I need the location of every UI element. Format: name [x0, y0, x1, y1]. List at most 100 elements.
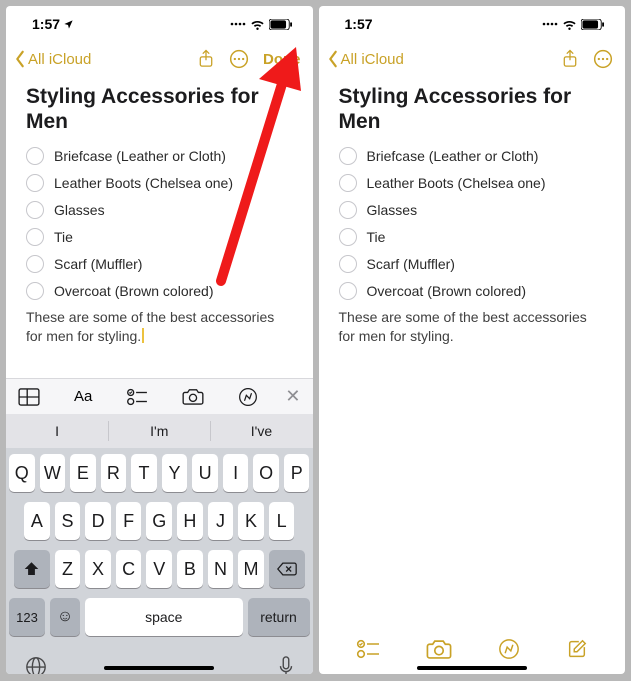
key-b[interactable]: B: [177, 550, 203, 588]
cellular-icon: [542, 19, 558, 29]
key-l[interactable]: L: [269, 502, 295, 540]
key-m[interactable]: M: [238, 550, 264, 588]
checkbox-icon[interactable]: [339, 201, 357, 219]
key-return[interactable]: return: [248, 598, 310, 636]
checkbox-icon[interactable]: [26, 201, 44, 219]
key-h[interactable]: H: [177, 502, 203, 540]
list-item[interactable]: Overcoat (Brown colored): [26, 277, 293, 304]
key-u[interactable]: U: [192, 454, 218, 492]
list-item-label: Overcoat (Brown colored): [54, 283, 214, 299]
list-item[interactable]: Briefcase (Leather or Cloth): [339, 142, 606, 169]
list-item-label: Leather Boots (Chelsea one): [367, 175, 546, 191]
key-r[interactable]: R: [101, 454, 127, 492]
list-item-label: Scarf (Muffler): [367, 256, 455, 272]
location-icon: [63, 19, 74, 30]
key-delete[interactable]: [269, 550, 305, 588]
back-button[interactable]: All iCloud: [327, 50, 404, 68]
key-x[interactable]: X: [85, 550, 111, 588]
key-s[interactable]: S: [55, 502, 81, 540]
note-body[interactable]: Styling Accessories for Men Briefcase (L…: [6, 76, 313, 346]
key-w[interactable]: W: [40, 454, 66, 492]
table-icon[interactable]: [18, 388, 40, 406]
key-f[interactable]: F: [116, 502, 142, 540]
note-title[interactable]: Styling Accessories for Men: [26, 84, 293, 134]
list-item-label: Scarf (Muffler): [54, 256, 142, 272]
checkbox-icon[interactable]: [26, 228, 44, 246]
home-indicator[interactable]: [104, 666, 214, 670]
mic-icon[interactable]: [278, 656, 294, 674]
camera-icon[interactable]: [426, 639, 452, 659]
key-shift[interactable]: [14, 550, 50, 588]
back-button[interactable]: All iCloud: [14, 50, 91, 68]
note-title[interactable]: Styling Accessories for Men: [339, 84, 606, 134]
key-v[interactable]: V: [146, 550, 172, 588]
checklist-toggle-icon[interactable]: [356, 639, 380, 659]
key-space[interactable]: space: [85, 598, 243, 636]
list-item[interactable]: Scarf (Muffler): [339, 250, 606, 277]
list-item[interactable]: Overcoat (Brown colored): [339, 277, 606, 304]
key-z[interactable]: Z: [55, 550, 81, 588]
list-item-label: Glasses: [367, 202, 418, 218]
key-emoji[interactable]: ☺: [50, 598, 80, 636]
list-item[interactable]: Leather Boots (Chelsea one): [26, 169, 293, 196]
key-d[interactable]: D: [85, 502, 111, 540]
key-o[interactable]: O: [253, 454, 279, 492]
checkbox-icon[interactable]: [339, 255, 357, 273]
checkbox-icon[interactable]: [339, 228, 357, 246]
key-123[interactable]: 123: [9, 598, 45, 636]
key-j[interactable]: J: [208, 502, 234, 540]
share-icon[interactable]: [197, 49, 215, 69]
key-a[interactable]: A: [24, 502, 50, 540]
done-button[interactable]: Done: [263, 51, 301, 68]
key-e[interactable]: E: [70, 454, 96, 492]
battery-icon: [581, 19, 605, 30]
status-bar: 1:57: [319, 6, 626, 42]
checkbox-icon[interactable]: [339, 147, 357, 165]
checkbox-icon[interactable]: [26, 147, 44, 165]
list-item[interactable]: Glasses: [339, 196, 606, 223]
home-indicator[interactable]: [417, 666, 527, 670]
prediction-0[interactable]: I: [6, 414, 108, 448]
key-p[interactable]: P: [284, 454, 310, 492]
list-item[interactable]: Tie: [26, 223, 293, 250]
list-item[interactable]: Briefcase (Leather or Cloth): [26, 142, 293, 169]
checkbox-icon[interactable]: [339, 174, 357, 192]
checklist-toggle-icon[interactable]: [126, 388, 148, 406]
key-c[interactable]: C: [116, 550, 142, 588]
text-format-icon[interactable]: Aa: [74, 388, 92, 405]
share-icon[interactable]: [561, 49, 579, 69]
checklist: Briefcase (Leather or Cloth) Leather Boo…: [339, 142, 606, 304]
checkbox-icon[interactable]: [26, 255, 44, 273]
key-t[interactable]: T: [131, 454, 157, 492]
status-time: 1:57: [32, 16, 60, 32]
list-item-label: Tie: [367, 229, 386, 245]
list-item[interactable]: Tie: [339, 223, 606, 250]
checkbox-icon[interactable]: [26, 282, 44, 300]
compose-icon[interactable]: [566, 638, 588, 660]
list-item[interactable]: Glasses: [26, 196, 293, 223]
key-y[interactable]: Y: [162, 454, 188, 492]
checkbox-icon[interactable]: [339, 282, 357, 300]
key-n[interactable]: N: [208, 550, 234, 588]
markup-icon[interactable]: [498, 638, 520, 660]
checkbox-icon[interactable]: [26, 174, 44, 192]
key-g[interactable]: G: [146, 502, 172, 540]
list-item[interactable]: Scarf (Muffler): [26, 250, 293, 277]
globe-icon[interactable]: [25, 656, 47, 674]
key-q[interactable]: Q: [9, 454, 35, 492]
bottom-toolbar: [319, 638, 626, 660]
markup-icon[interactable]: [238, 387, 258, 407]
prediction-2[interactable]: I've: [210, 414, 312, 448]
prediction-1[interactable]: I'm: [108, 414, 210, 448]
more-icon[interactable]: [593, 49, 613, 69]
more-icon[interactable]: [229, 49, 249, 69]
close-icon[interactable]: ✕: [285, 386, 300, 407]
key-k[interactable]: K: [238, 502, 264, 540]
text-cursor-icon: [142, 328, 144, 343]
list-item[interactable]: Leather Boots (Chelsea one): [339, 169, 606, 196]
camera-icon[interactable]: [182, 388, 204, 405]
note-paragraph[interactable]: These are some of the best accessories f…: [339, 308, 606, 346]
note-body[interactable]: Styling Accessories for Men Briefcase (L…: [319, 76, 626, 346]
note-paragraph[interactable]: These are some of the best accessories f…: [26, 308, 293, 346]
key-i[interactable]: I: [223, 454, 249, 492]
